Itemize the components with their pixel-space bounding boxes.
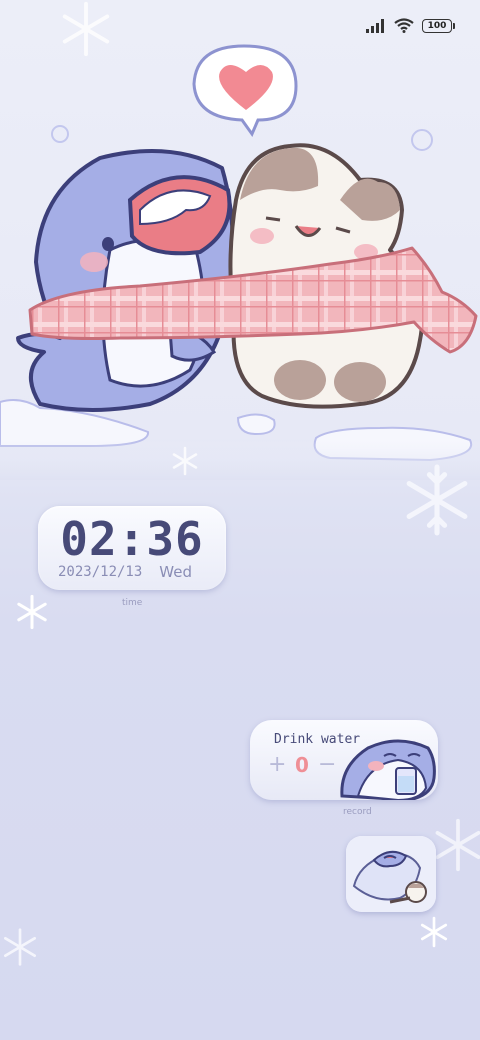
snowflake-icon — [17, 594, 47, 630]
snowflake-icon — [420, 916, 448, 948]
snowflake-icon — [435, 818, 480, 872]
decrement-button[interactable]: − — [318, 752, 336, 777]
increment-button[interactable]: + — [268, 752, 286, 777]
clock-time: 02:36 — [60, 512, 204, 566]
water-counter: + 0 − — [268, 752, 336, 777]
snowflake-icon — [172, 446, 198, 476]
drink-water-widget[interactable]: Drink water + 0 − — [250, 720, 438, 800]
clock-widget-caption: time — [122, 598, 143, 608]
snowflake-icon — [406, 464, 468, 536]
shark-sleeping-icon — [346, 836, 436, 912]
water-count: 0 — [295, 752, 309, 777]
snowflake-icon — [62, 1, 110, 57]
water-widget-caption: record — [343, 807, 372, 817]
photo-widget[interactable] — [346, 836, 436, 912]
snowflake-icon — [4, 928, 36, 966]
clock-day: Wed — [159, 563, 192, 581]
clock-date: 2023/12/13 — [58, 564, 143, 580]
clock-widget[interactable]: 02:36 2023/12/13 Wed — [38, 506, 226, 590]
wallpaper-illustration — [0, 44, 480, 480]
shark-drinking-icon — [340, 739, 436, 800]
